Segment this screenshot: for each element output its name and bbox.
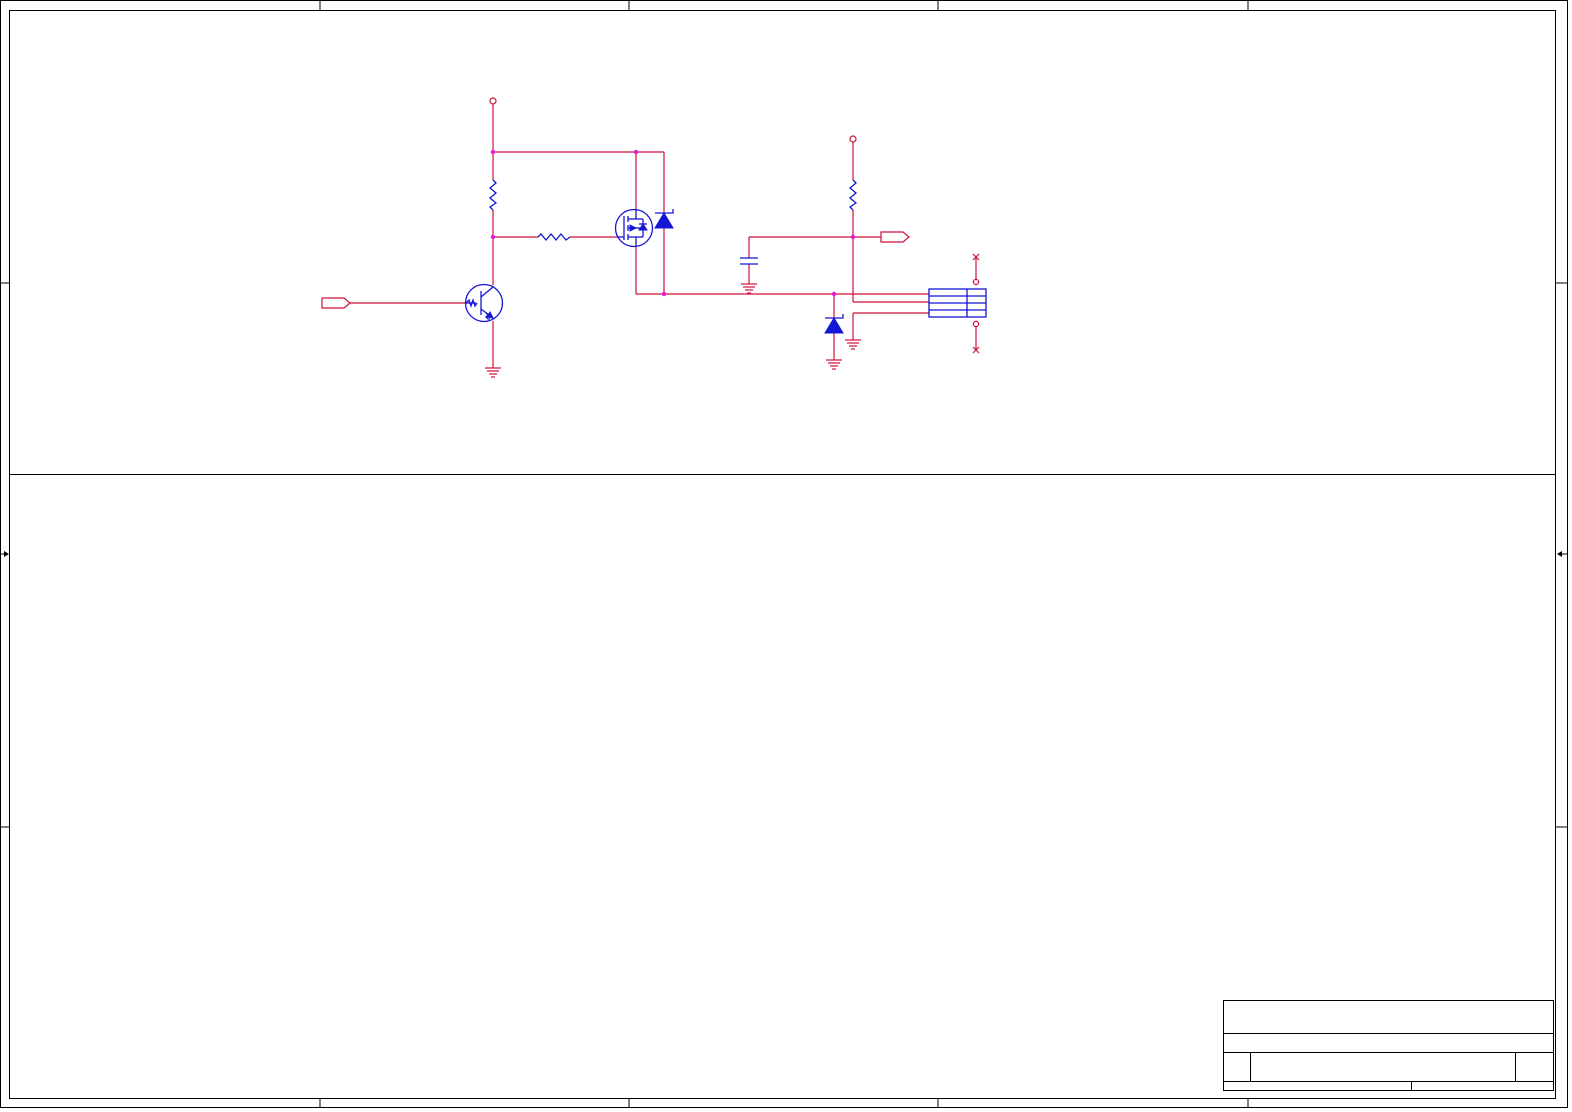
- ground-symbol-connector: [845, 339, 861, 350]
- net-port-input: [321, 297, 351, 309]
- sheet-border: [0, 0, 1568, 1108]
- connector-4-pin: [928, 288, 987, 318]
- power-port-vcc-left: [489, 97, 497, 105]
- ground-symbol-capacitor: [741, 283, 757, 294]
- power-port-vcc-right: [849, 135, 857, 143]
- title-block: [1223, 1000, 1554, 1091]
- resistor-pullup-right: [848, 179, 858, 211]
- schematic-sheet: [0, 0, 1568, 1108]
- junction-dots: [490, 149, 856, 297]
- resistor-pullup-left: [488, 179, 498, 211]
- npn-transistor: [464, 283, 504, 323]
- p-channel-mosfet: [614, 208, 654, 248]
- net-port-output: [880, 231, 910, 243]
- ground-symbol-zener: [826, 359, 842, 370]
- capacitor: [740, 257, 758, 265]
- resistor-gate: [537, 232, 571, 242]
- ground-symbol-transistor: [485, 367, 501, 378]
